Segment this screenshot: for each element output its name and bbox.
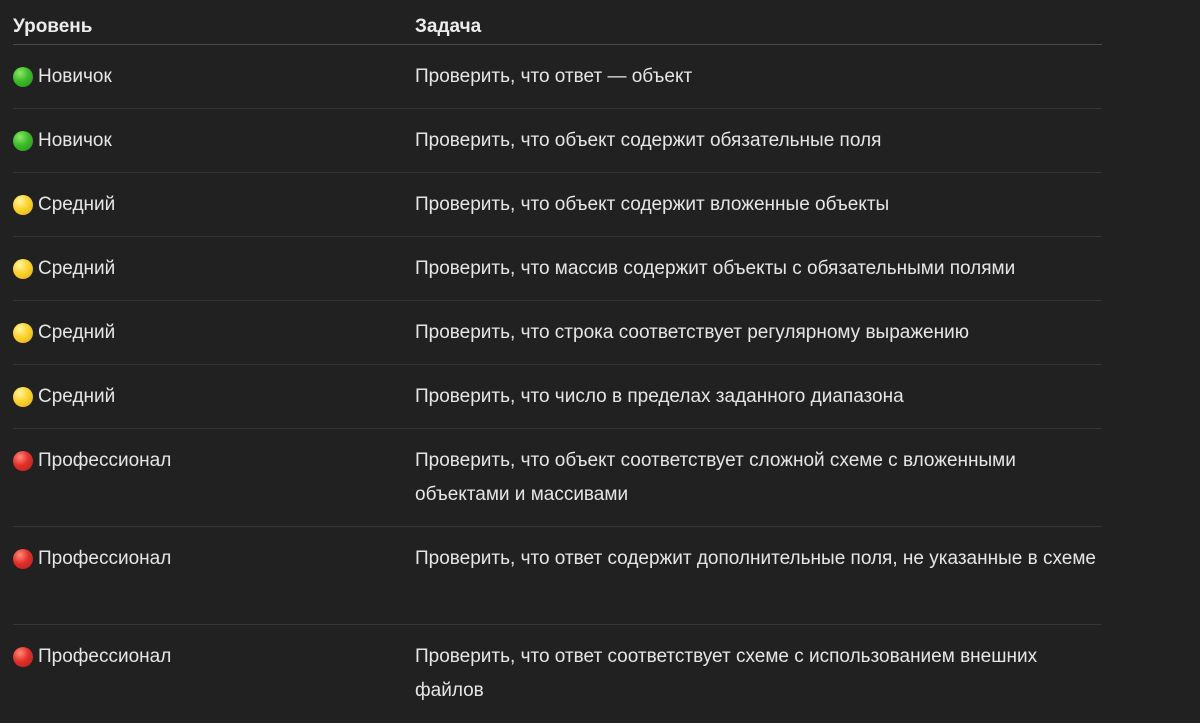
task-cell: Проверить, что массив содержит объекты с… — [415, 258, 1016, 279]
task-cell: Проверить, что ответ соответствует схеме… — [415, 646, 1038, 701]
header-level: Уровень — [13, 16, 93, 37]
table-row: Средний Проверить, что строка соответств… — [13, 301, 1102, 365]
table-row: Средний Проверить, что объект содержит в… — [13, 173, 1102, 237]
task-cell: Проверить, что ответ — объект — [415, 66, 693, 87]
green-circle-icon — [13, 131, 33, 151]
table-row: Средний Проверить, что массив содержит о… — [13, 237, 1102, 301]
red-circle-icon — [13, 451, 33, 471]
level-label: Профессионал — [38, 548, 172, 569]
level-cell: Профессионал — [13, 444, 415, 478]
yellow-circle-icon — [13, 323, 33, 343]
task-cell: Проверить, что число в пределах заданног… — [415, 386, 904, 407]
level-label: Средний — [38, 194, 116, 215]
level-cell: Новичок — [13, 124, 415, 158]
yellow-circle-icon — [13, 195, 33, 215]
level-label: Средний — [38, 322, 116, 343]
level-cell: Средний — [13, 252, 415, 286]
task-cell: Проверить, что объект содержит обязатель… — [415, 130, 882, 151]
level-cell: Средний — [13, 380, 415, 414]
green-circle-icon — [13, 67, 33, 87]
level-cell: Средний — [13, 188, 415, 222]
level-label: Средний — [38, 386, 116, 407]
table-row: Новичок Проверить, что объект содержит о… — [13, 109, 1102, 173]
table-row: Профессионал Проверить, что объект соотв… — [13, 429, 1102, 527]
level-label: Профессионал — [38, 450, 172, 471]
table-row: Профессионал Проверить, что ответ содерж… — [13, 527, 1102, 625]
red-circle-icon — [13, 647, 33, 667]
level-label: Новичок — [38, 130, 112, 151]
table-row: Новичок Проверить, что ответ — объект — [13, 45, 1102, 109]
level-cell: Новичок — [13, 60, 415, 94]
level-cell: Профессионал — [13, 542, 415, 576]
task-cell: Проверить, что объект содержит вложенные… — [415, 194, 890, 215]
header-task: Задача — [415, 16, 482, 37]
level-cell: Средний — [13, 316, 415, 350]
level-label: Профессионал — [38, 646, 172, 667]
levels-table: Уровень Задача Новичок Проверить, что от… — [13, 0, 1102, 723]
task-cell: Проверить, что строка соответствует регу… — [415, 322, 969, 343]
table-row: Средний Проверить, что число в пределах … — [13, 365, 1102, 429]
yellow-circle-icon — [13, 387, 33, 407]
red-circle-icon — [13, 549, 33, 569]
level-cell: Профессионал — [13, 640, 415, 674]
yellow-circle-icon — [13, 259, 33, 279]
task-cell: Проверить, что ответ содержит дополнител… — [415, 548, 1096, 569]
table-row: Профессионал Проверить, что ответ соотве… — [13, 625, 1102, 723]
level-label: Средний — [38, 258, 116, 279]
task-cell: Проверить, что объект соответствует слож… — [415, 450, 1016, 505]
table-header: Уровень Задача — [13, 0, 1102, 45]
level-label: Новичок — [38, 66, 112, 87]
